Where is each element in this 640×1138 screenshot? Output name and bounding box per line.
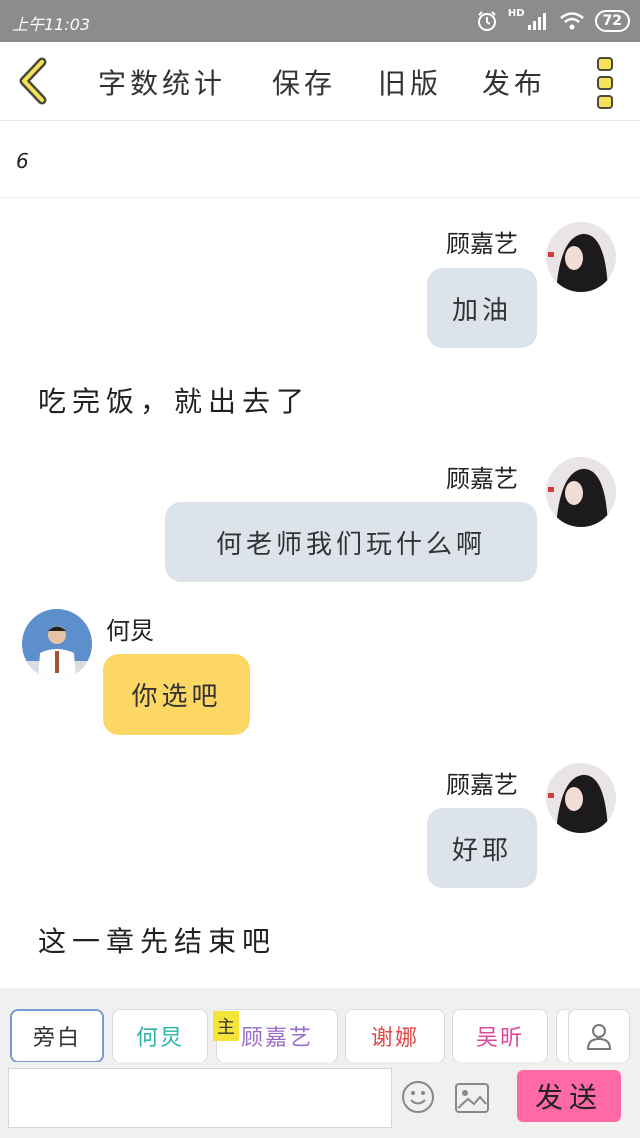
publish-button[interactable]: 发布 <box>482 62 546 102</box>
character-chip-xiena[interactable]: 谢娜 <box>345 1009 445 1063</box>
sender-name: 顾嘉艺 <box>446 465 518 493</box>
message-bubble[interactable]: 何老师我们玩什么啊 <box>165 502 537 582</box>
status-icons: HD 72 <box>476 8 630 34</box>
character-label: 吴昕 <box>475 1026 524 1051</box>
word-count-button[interactable]: 字数统计 <box>98 62 226 102</box>
save-button[interactable]: 保存 <box>272 62 336 102</box>
person-icon <box>586 1024 612 1050</box>
alarm-icon <box>477 11 496 31</box>
input-bar: 发送 <box>0 1062 640 1138</box>
chat-area: 顾嘉艺 加油 吃完饭，就出去了 顾嘉艺 何老师我们玩什么啊 何炅 你选吧 顾嘉艺… <box>0 198 640 988</box>
chapter-number[interactable]: 6 <box>16 149 29 173</box>
narration-text[interactable]: 吃完饭，就出去了 <box>38 380 310 420</box>
back-chevron-icon[interactable] <box>14 56 54 106</box>
old-version-button[interactable]: 旧版 <box>378 62 442 102</box>
avatar-hejiong[interactable] <box>22 609 92 679</box>
avatar-gujiayi[interactable] <box>546 763 616 833</box>
status-time: 上午11:03 <box>12 15 91 34</box>
image-icon[interactable] <box>454 1082 490 1114</box>
message-bubble[interactable]: 加油 <box>427 268 537 348</box>
character-selector: 旁白 何炅 顾嘉艺 谢娜 吴昕 <box>0 988 640 1063</box>
character-label: 谢娜 <box>370 1026 419 1051</box>
status-bar: 上午11:03 HD 72 <box>0 0 640 42</box>
character-label: 何炅 <box>135 1026 184 1051</box>
send-button[interactable]: 发送 <box>517 1070 621 1122</box>
battery-level: 72 <box>594 10 630 32</box>
character-chip-narrator[interactable]: 旁白 <box>10 1009 104 1063</box>
sender-name: 顾嘉艺 <box>446 230 518 258</box>
message-bubble[interactable]: 你选吧 <box>103 654 250 735</box>
wifi-icon <box>559 12 584 30</box>
sender-name: 顾嘉艺 <box>446 771 518 799</box>
character-chip-partial[interactable] <box>556 1009 568 1063</box>
more-dots-icon[interactable] <box>596 56 614 110</box>
network-type: HD <box>507 8 525 19</box>
avatar-gujiayi[interactable] <box>546 457 616 527</box>
chapter-header: 6 <box>0 121 640 198</box>
character-label: 顾嘉艺 <box>240 1026 313 1051</box>
add-character-button[interactable] <box>568 1009 630 1063</box>
narration-text[interactable]: 这一章先结束吧 <box>38 920 276 960</box>
character-label: 旁白 <box>32 1026 81 1051</box>
emoji-icon[interactable] <box>401 1080 435 1114</box>
message-input[interactable] <box>8 1068 392 1128</box>
editor-toolbar: 字数统计 保存 旧版 发布 <box>0 42 640 121</box>
main-character-badge: 主 <box>213 1011 239 1041</box>
sender-name: 何炅 <box>106 617 154 645</box>
signal-icon <box>527 13 546 30</box>
avatar-gujiayi[interactable] <box>546 222 616 292</box>
character-chip-wuxin[interactable]: 吴昕 <box>452 1009 548 1063</box>
message-bubble[interactable]: 好耶 <box>427 808 537 888</box>
character-chip-hejiong[interactable]: 何炅 <box>112 1009 208 1063</box>
